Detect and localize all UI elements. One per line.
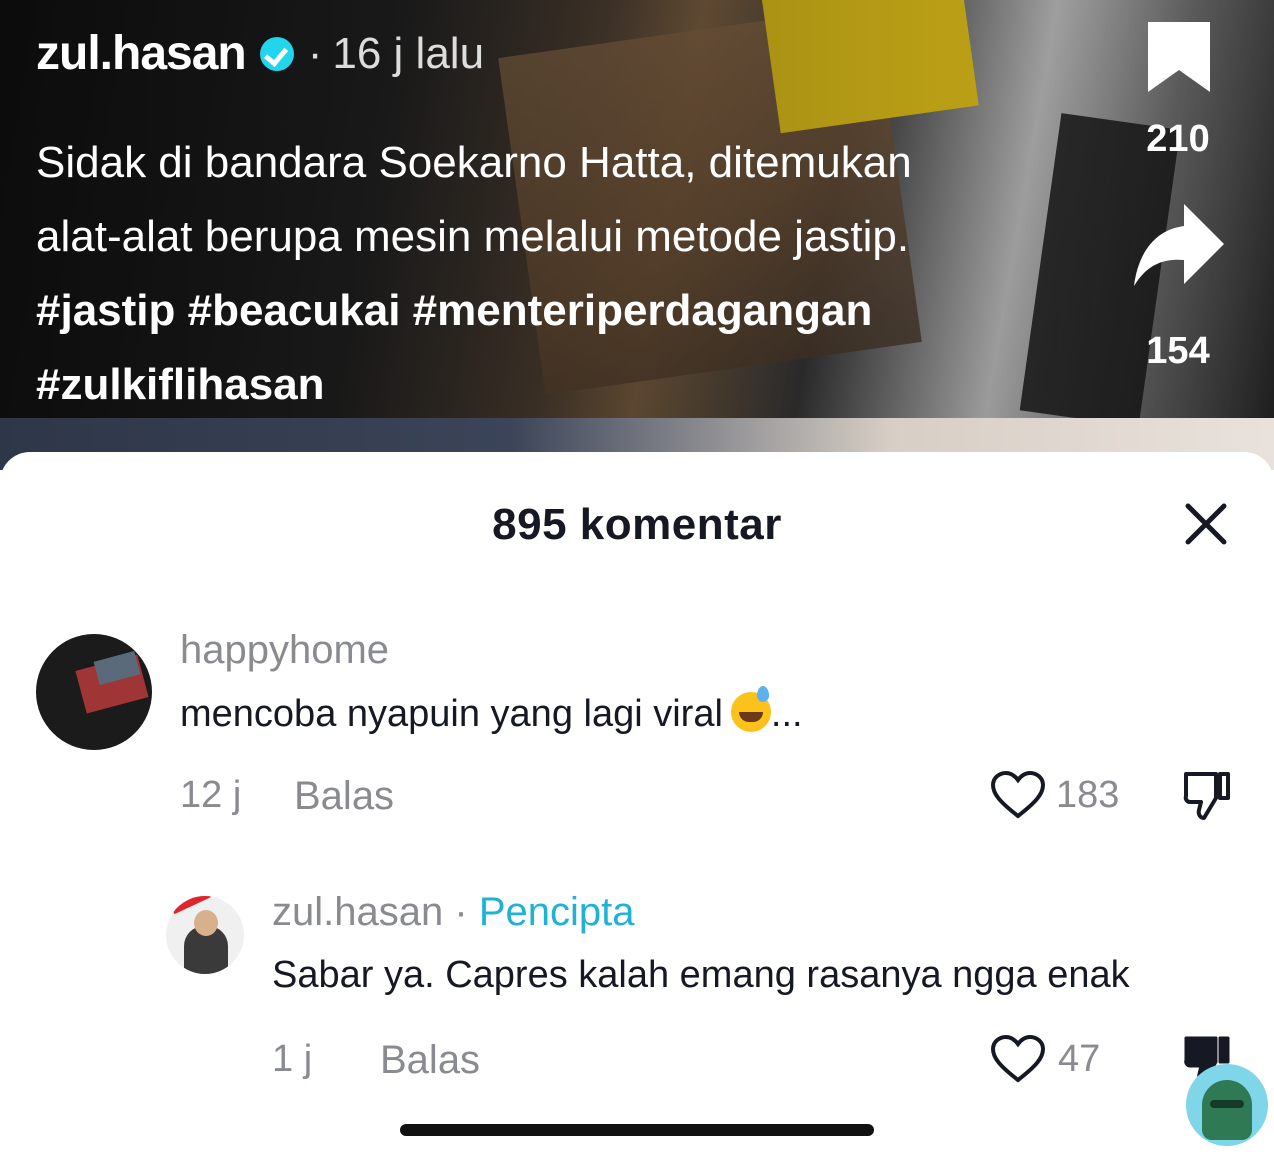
comment-username[interactable]: happyhome <box>180 628 389 673</box>
author-separator: · <box>307 28 323 78</box>
video-player[interactable]: zul.hasan · 16 j lalu Sidak di bandara S… <box>0 0 1274 470</box>
reply-button[interactable]: Balas <box>380 1038 480 1083</box>
watermark-figure-eyes <box>1210 1100 1244 1108</box>
hashtag[interactable]: #menteriperdagangan <box>413 286 873 335</box>
heart-icon[interactable] <box>990 1034 1046 1084</box>
share-count: 154 <box>1146 330 1210 372</box>
caption-text: Sidak di bandara Soekarno Hatta, ditemuk… <box>36 138 912 261</box>
comment-text-ellipsis: ... <box>770 693 803 735</box>
avatar[interactable] <box>166 896 244 974</box>
comment-text: mencoba nyapuin yang lagi viral... <box>180 686 803 736</box>
share-icon[interactable] <box>1132 200 1226 290</box>
watermark-figure <box>1202 1080 1252 1140</box>
like-count: 183 <box>1056 774 1120 816</box>
video-time-ago: 16 j lalu <box>332 28 485 78</box>
like-count: 47 <box>1058 1038 1101 1080</box>
dislike-icon[interactable] <box>1182 770 1232 822</box>
video-author-row: zul.hasan · 16 j lalu <box>36 26 484 81</box>
reply-separator: · <box>454 890 468 934</box>
comment-time: 12 j <box>180 774 242 816</box>
close-icon[interactable] <box>1180 498 1232 550</box>
watermark-logo-icon <box>1186 1064 1268 1146</box>
comment-text-body: mencoba nyapuin yang lagi viral <box>180 693 723 735</box>
reply-username-row: zul.hasan · Pencipta <box>272 890 634 935</box>
video-author-name[interactable]: zul.hasan <box>36 26 247 81</box>
avatar[interactable] <box>36 634 152 750</box>
video-caption: Sidak di bandara Soekarno Hatta, ditemuk… <box>36 126 996 422</box>
home-indicator[interactable] <box>400 1124 874 1136</box>
hashtag[interactable]: #jastip <box>36 286 175 335</box>
comments-sheet: 895 komentar happyhome mencoba nyapuin y… <box>0 452 1274 1158</box>
reply-button[interactable]: Balas <box>294 774 394 819</box>
hashtag[interactable]: #beacukai <box>188 286 401 335</box>
reply-username[interactable]: zul.hasan <box>272 890 443 934</box>
grinning-sweat-emoji-icon <box>730 686 771 732</box>
heart-icon[interactable] <box>990 770 1046 820</box>
creator-label: Pencipta <box>478 890 635 934</box>
reply-time: 1 j <box>272 1038 313 1080</box>
bookmark-count: 210 <box>1146 118 1210 160</box>
comments-title: 895 komentar <box>492 500 782 549</box>
reply-text: Sabar ya. Capres kalah emang rasanya ngg… <box>272 954 1130 996</box>
verified-badge-icon <box>259 36 294 71</box>
bookmark-icon[interactable] <box>1144 18 1214 96</box>
avatar-image <box>194 910 218 936</box>
hashtag[interactable]: #zulkiflihasan <box>36 360 325 409</box>
